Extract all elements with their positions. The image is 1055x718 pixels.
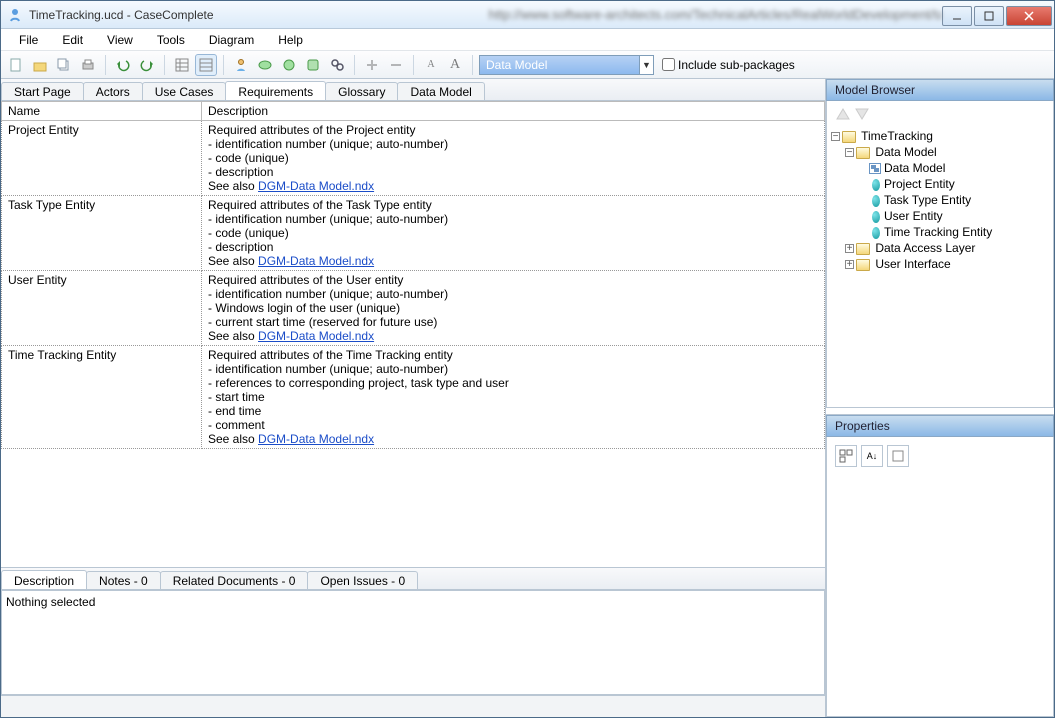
window-title: TimeTracking.ucd - CaseComplete bbox=[29, 8, 483, 22]
see-also-link[interactable]: DGM-Data Model.ndx bbox=[258, 329, 374, 343]
row-desc: Required attributes of the Task Type ent… bbox=[202, 196, 825, 271]
tree-entity[interactable]: Project Entity bbox=[869, 176, 1049, 192]
tab-start-page[interactable]: Start Page bbox=[1, 82, 84, 101]
main-tabs: Start PageActorsUse CasesRequirementsGlo… bbox=[1, 79, 825, 101]
detail-tab-description[interactable]: Description bbox=[1, 570, 87, 590]
table-row[interactable]: Task Type EntityRequired attributes of t… bbox=[2, 196, 825, 271]
nav-down-icon[interactable] bbox=[854, 107, 870, 121]
detail-tabs: DescriptionNotes - 0Related Documents - … bbox=[1, 568, 825, 590]
tab-actors[interactable]: Actors bbox=[83, 82, 143, 101]
tree-data-access-layer[interactable]: + Data Access Layer bbox=[845, 240, 1049, 256]
row-desc: Required attributes of the User entity- … bbox=[202, 271, 825, 346]
font-increase-icon[interactable]: A bbox=[444, 54, 466, 76]
copy-icon[interactable] bbox=[53, 54, 75, 76]
statusbar bbox=[1, 695, 825, 717]
menu-file[interactable]: File bbox=[7, 31, 50, 49]
tree-data-model[interactable]: − Data Model Data Model Project EntityTa… bbox=[845, 144, 1049, 240]
open-icon[interactable] bbox=[29, 54, 51, 76]
view-list-icon[interactable] bbox=[195, 54, 217, 76]
detail-tab-related[interactable]: Related Documents - 0 bbox=[160, 571, 309, 590]
props-pages-icon[interactable] bbox=[887, 445, 909, 467]
model-browser-body[interactable]: − TimeTracking − Data Model Data Model P… bbox=[826, 101, 1054, 408]
requirements-table-wrap[interactable]: Name Description Project EntityRequired … bbox=[1, 101, 825, 567]
table-row[interactable]: Project EntityRequired attributes of the… bbox=[2, 121, 825, 196]
include-sub-packages-checkbox[interactable]: Include sub-packages bbox=[662, 58, 795, 72]
row-name: User Entity bbox=[2, 271, 202, 346]
plus-icon[interactable] bbox=[361, 54, 383, 76]
detail-body: Nothing selected bbox=[1, 590, 825, 695]
chevron-down-icon: ▼ bbox=[639, 56, 653, 74]
add-usecase-icon[interactable] bbox=[254, 54, 276, 76]
menu-edit[interactable]: Edit bbox=[50, 31, 95, 49]
tree-entity[interactable]: User Entity bbox=[869, 208, 1049, 224]
model-browser-title: Model Browser bbox=[826, 79, 1054, 101]
menubar: FileEditViewToolsDiagramHelp bbox=[1, 29, 1054, 51]
model-tree[interactable]: − TimeTracking − Data Model Data Model P… bbox=[831, 128, 1049, 272]
menu-help[interactable]: Help bbox=[266, 31, 315, 49]
row-name: Time Tracking Entity bbox=[2, 346, 202, 449]
tree-root[interactable]: − TimeTracking − Data Model Data Model P… bbox=[831, 128, 1049, 272]
tree-entity[interactable]: Task Type Entity bbox=[869, 192, 1049, 208]
print-icon[interactable] bbox=[77, 54, 99, 76]
add-requirement-icon[interactable] bbox=[278, 54, 300, 76]
detail-panel: DescriptionNotes - 0Related Documents - … bbox=[1, 567, 825, 695]
find-icon[interactable] bbox=[326, 54, 348, 76]
tab-use-cases[interactable]: Use Cases bbox=[142, 82, 227, 101]
undo-icon[interactable] bbox=[112, 54, 134, 76]
app-icon bbox=[7, 7, 23, 23]
tab-data-model[interactable]: Data Model bbox=[397, 82, 484, 101]
close-button[interactable] bbox=[1006, 6, 1052, 26]
row-desc: Required attributes of the Time Tracking… bbox=[202, 346, 825, 449]
filter-combo[interactable]: Data Model ▼ bbox=[479, 55, 654, 75]
font-decrease-icon[interactable]: A bbox=[420, 54, 442, 76]
col-name-header[interactable]: Name bbox=[2, 102, 202, 121]
see-also-link[interactable]: DGM-Data Model.ndx bbox=[258, 432, 374, 446]
tab-requirements[interactable]: Requirements bbox=[225, 81, 326, 101]
detail-tab-open[interactable]: Open Issues - 0 bbox=[307, 571, 418, 590]
requirements-table: Name Description Project EntityRequired … bbox=[1, 101, 825, 449]
see-also-link[interactable]: DGM-Data Model.ndx bbox=[258, 179, 374, 193]
menu-view[interactable]: View bbox=[95, 31, 145, 49]
include-sub-checkbox[interactable] bbox=[662, 58, 675, 71]
tree-user-interface[interactable]: + User Interface bbox=[845, 256, 1049, 272]
detail-tab-notes[interactable]: Notes - 0 bbox=[86, 571, 161, 590]
minimize-button[interactable] bbox=[942, 6, 972, 26]
view-grid-icon[interactable] bbox=[171, 54, 193, 76]
minus-icon[interactable] bbox=[385, 54, 407, 76]
include-sub-label: Include sub-packages bbox=[678, 58, 795, 72]
properties-body: A↓ bbox=[826, 437, 1054, 717]
row-name: Task Type Entity bbox=[2, 196, 202, 271]
see-also-link[interactable]: DGM-Data Model.ndx bbox=[258, 254, 374, 268]
filter-combo-value: Data Model bbox=[486, 58, 547, 72]
titlebar[interactable]: TimeTracking.ucd - CaseComplete http://w… bbox=[1, 1, 1054, 29]
add-actor-icon[interactable] bbox=[230, 54, 252, 76]
menu-tools[interactable]: Tools bbox=[145, 31, 197, 49]
row-desc: Required attributes of the Project entit… bbox=[202, 121, 825, 196]
new-doc-icon[interactable] bbox=[5, 54, 27, 76]
props-alpha-sort-icon[interactable]: A↓ bbox=[861, 445, 883, 467]
table-row[interactable]: Time Tracking EntityRequired attributes … bbox=[2, 346, 825, 449]
menu-diagram[interactable]: Diagram bbox=[197, 31, 266, 49]
table-row[interactable]: User EntityRequired attributes of the Us… bbox=[2, 271, 825, 346]
redo-icon[interactable] bbox=[136, 54, 158, 76]
tab-glossary[interactable]: Glossary bbox=[325, 82, 398, 101]
titlebar-url-blur: http://www.software-architects.com/Techn… bbox=[489, 7, 943, 22]
props-categorized-icon[interactable] bbox=[835, 445, 857, 467]
row-name: Project Entity bbox=[2, 121, 202, 196]
add-term-icon[interactable] bbox=[302, 54, 324, 76]
properties-title: Properties bbox=[826, 415, 1054, 437]
tree-entity[interactable]: Time Tracking Entity bbox=[869, 224, 1049, 240]
col-desc-header[interactable]: Description bbox=[202, 102, 825, 121]
tree-diagram[interactable]: Data Model bbox=[869, 160, 1049, 176]
maximize-button[interactable] bbox=[974, 6, 1004, 26]
nav-up-icon[interactable] bbox=[835, 107, 851, 121]
toolbar: A A Data Model ▼ Include sub-packages bbox=[1, 51, 1054, 79]
